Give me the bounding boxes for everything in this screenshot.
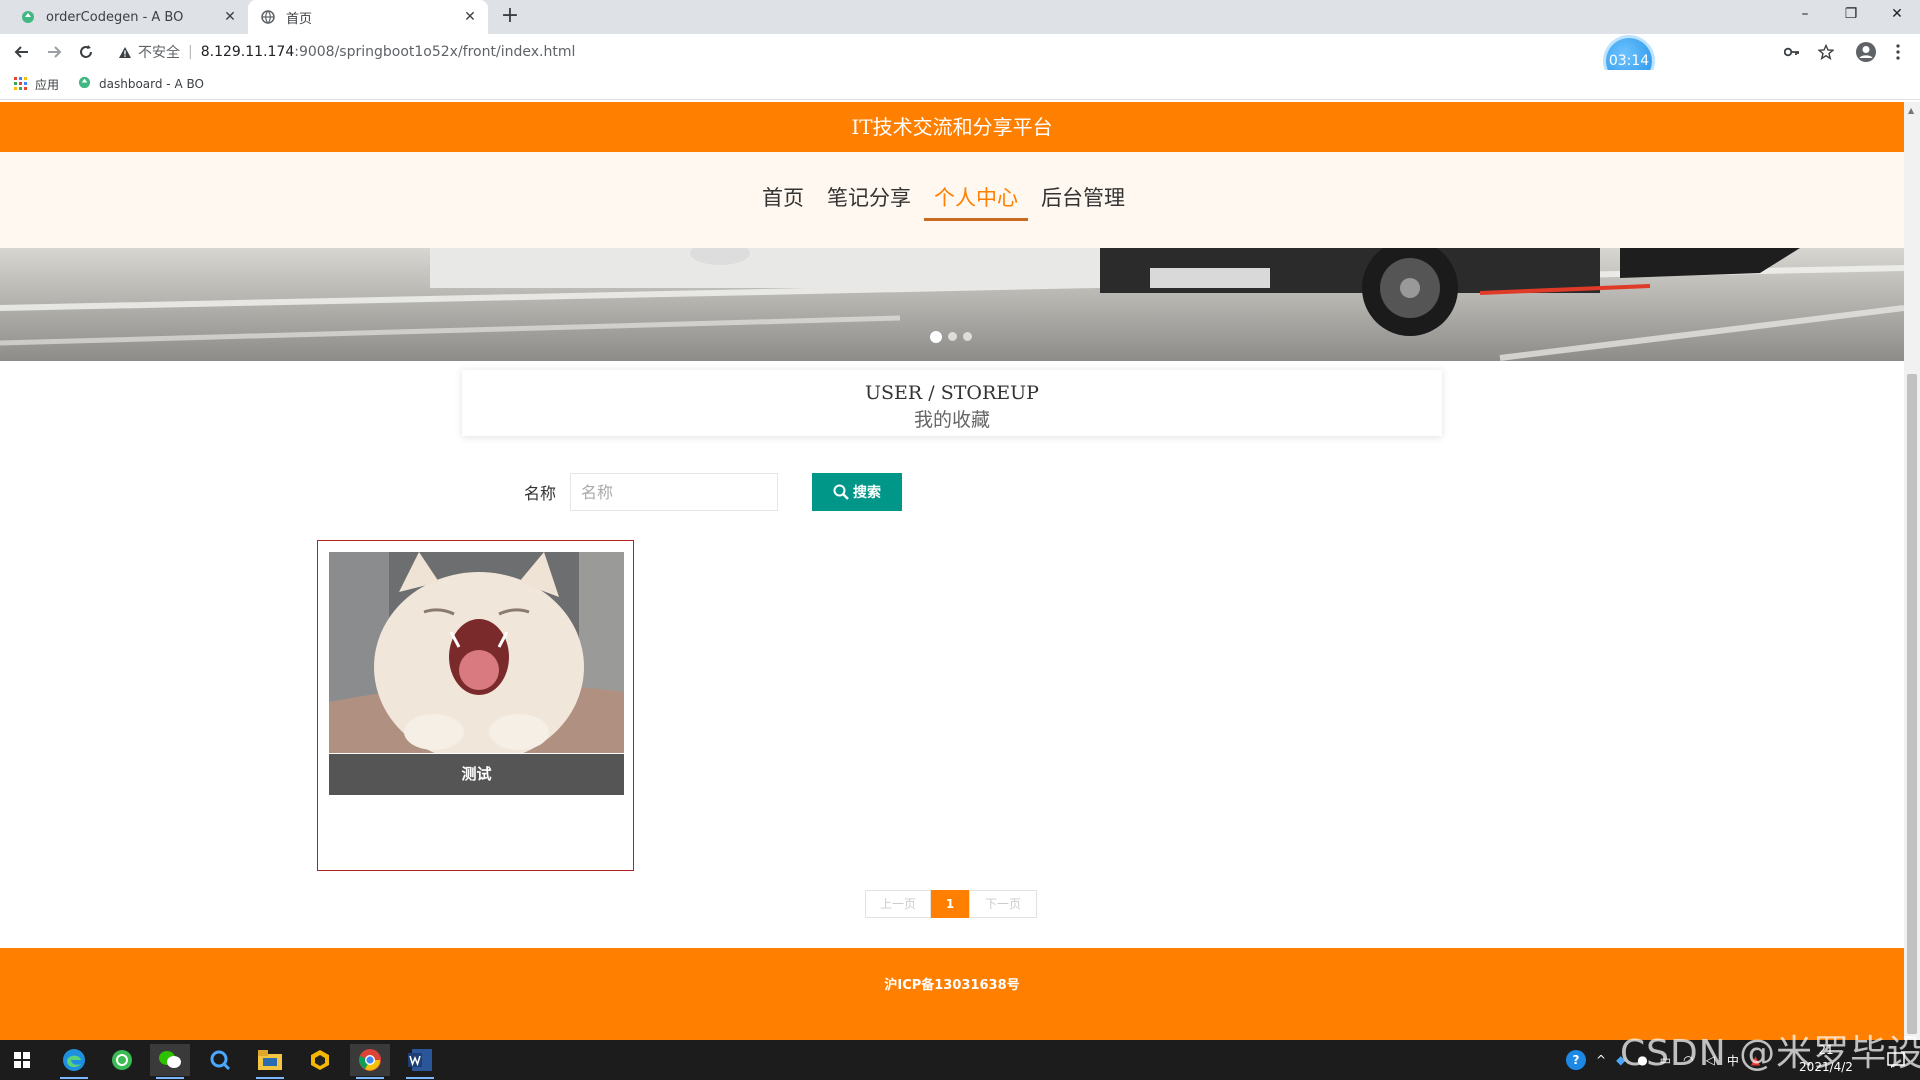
carousel-dot[interactable] bbox=[930, 331, 942, 343]
site-title: IT技术交流和分享平台 bbox=[0, 102, 1904, 152]
nav-item-admin[interactable]: 后台管理 bbox=[1031, 182, 1135, 221]
tab-home[interactable]: 首页 ✕ bbox=[248, 0, 488, 34]
windows-start-icon[interactable] bbox=[2, 1044, 42, 1076]
edge-icon[interactable] bbox=[54, 1044, 94, 1079]
search-icon bbox=[833, 484, 849, 500]
web-page: IT技术交流和分享平台 首页 笔记分享 个人中心 后台管理 USER / STO… bbox=[0, 102, 1904, 1040]
search-form: 名称 搜索 bbox=[520, 472, 903, 512]
scrollbar-thumb[interactable] bbox=[1907, 374, 1917, 1034]
url-path: :9008/springboot1o52x/front/index.html bbox=[294, 44, 576, 60]
carousel-dot[interactable] bbox=[948, 332, 957, 341]
browser-tabstrip: orderCodegen - A BO ✕ 首页 ✕ + – ❐ ✕ bbox=[0, 0, 1920, 34]
minimize-icon[interactable]: – bbox=[1782, 0, 1828, 30]
csdn-watermark: CSDN @米罗毕设 bbox=[1620, 1033, 1920, 1074]
nav-item-home[interactable]: 首页 bbox=[752, 182, 814, 221]
page-number-current[interactable]: 1 bbox=[931, 890, 969, 918]
close-window-icon[interactable]: ✕ bbox=[1874, 0, 1920, 30]
carousel-banner[interactable] bbox=[0, 248, 1904, 361]
scroll-up-icon[interactable]: ▲ bbox=[1908, 106, 1914, 115]
section-title-cn: 我的收藏 bbox=[913, 409, 990, 431]
tab-title: orderCodegen - A BO bbox=[46, 9, 184, 25]
icp-record: 沪ICP备13031638号 bbox=[884, 978, 1020, 993]
wechat-icon[interactable] bbox=[150, 1044, 190, 1079]
favorite-card[interactable]: 测试 bbox=[317, 540, 634, 871]
nav-item-personal-center[interactable]: 个人中心 bbox=[924, 182, 1028, 221]
address-bar[interactable]: 不安全 | 8.129.11.174 :9008/springboot1o52x… bbox=[108, 38, 1598, 66]
section-title-en: USER / STOREUP bbox=[865, 382, 1039, 404]
chevron-up-icon[interactable]: ^ bbox=[1596, 1053, 1606, 1067]
forward-icon[interactable] bbox=[42, 40, 66, 64]
reload-icon[interactable] bbox=[74, 40, 98, 64]
nav-item-notes[interactable]: 笔记分享 bbox=[817, 182, 921, 221]
carousel-dot[interactable] bbox=[963, 332, 972, 341]
main-nav: 首页 笔记分享 个人中心 后台管理 bbox=[0, 152, 1904, 248]
close-tab-icon[interactable]: ✕ bbox=[222, 9, 238, 25]
search-button[interactable]: 搜索 bbox=[812, 473, 903, 511]
tab-title: 首页 bbox=[286, 11, 313, 27]
cat-image bbox=[329, 552, 624, 753]
search-button-label: 搜索 bbox=[853, 485, 882, 501]
new-tab-button[interactable]: + bbox=[498, 5, 522, 29]
search-input[interactable] bbox=[570, 473, 779, 511]
url-host: 8.129.11.174 bbox=[200, 44, 295, 60]
green-leaf-icon bbox=[78, 76, 91, 92]
profile-avatar-icon[interactable] bbox=[1854, 40, 1878, 64]
bookmark-label: 应用 bbox=[35, 78, 60, 92]
car-photo bbox=[0, 248, 1904, 361]
help-icon[interactable]: ? bbox=[1566, 1050, 1586, 1070]
bookmark-apps[interactable]: 应用 bbox=[14, 76, 59, 93]
bookmark-star-icon[interactable] bbox=[1814, 40, 1838, 64]
warning-icon bbox=[118, 46, 132, 59]
green-leaf-icon bbox=[20, 9, 36, 25]
menu-dots-icon[interactable] bbox=[1886, 40, 1910, 64]
key-icon[interactable] bbox=[1780, 40, 1804, 64]
search-app-icon[interactable] bbox=[200, 1044, 240, 1076]
page-scrollbar[interactable]: ▲ bbox=[1904, 102, 1920, 1040]
prev-page-button[interactable]: 上一页 bbox=[865, 890, 931, 918]
search-label: 名称 bbox=[524, 484, 557, 503]
card-caption[interactable]: 测试 bbox=[329, 754, 624, 795]
browser-360-icon[interactable] bbox=[102, 1044, 142, 1076]
word-icon[interactable] bbox=[400, 1044, 440, 1079]
site-footer: 沪ICP备13031638号 bbox=[0, 948, 1904, 1040]
carousel-dots bbox=[930, 331, 978, 343]
back-icon[interactable] bbox=[10, 40, 34, 64]
section-title-box: USER / STOREUP 我的收藏 bbox=[462, 370, 1442, 436]
tab-ordercodegen[interactable]: orderCodegen - A BO ✕ bbox=[8, 0, 248, 34]
next-page-button[interactable]: 下一页 bbox=[969, 890, 1037, 918]
globe-icon bbox=[260, 9, 276, 25]
bookmarks-bar: 应用 dashboard - A BO bbox=[0, 70, 1920, 100]
restore-icon[interactable]: ❐ bbox=[1828, 0, 1874, 30]
close-tab-icon[interactable]: ✕ bbox=[462, 9, 478, 25]
security-label: 不安全 bbox=[138, 45, 180, 61]
sketch-app-icon[interactable] bbox=[300, 1044, 340, 1076]
chrome-icon[interactable] bbox=[350, 1044, 390, 1079]
bookmark-dashboard[interactable]: dashboard - A BO bbox=[78, 76, 204, 92]
divider: | bbox=[188, 44, 193, 60]
file-explorer-icon[interactable] bbox=[250, 1044, 290, 1079]
bookmark-label: dashboard - A BO bbox=[99, 77, 204, 91]
pagination: 上一页 1 下一页 bbox=[865, 890, 1037, 918]
apps-grid-icon bbox=[14, 76, 27, 93]
